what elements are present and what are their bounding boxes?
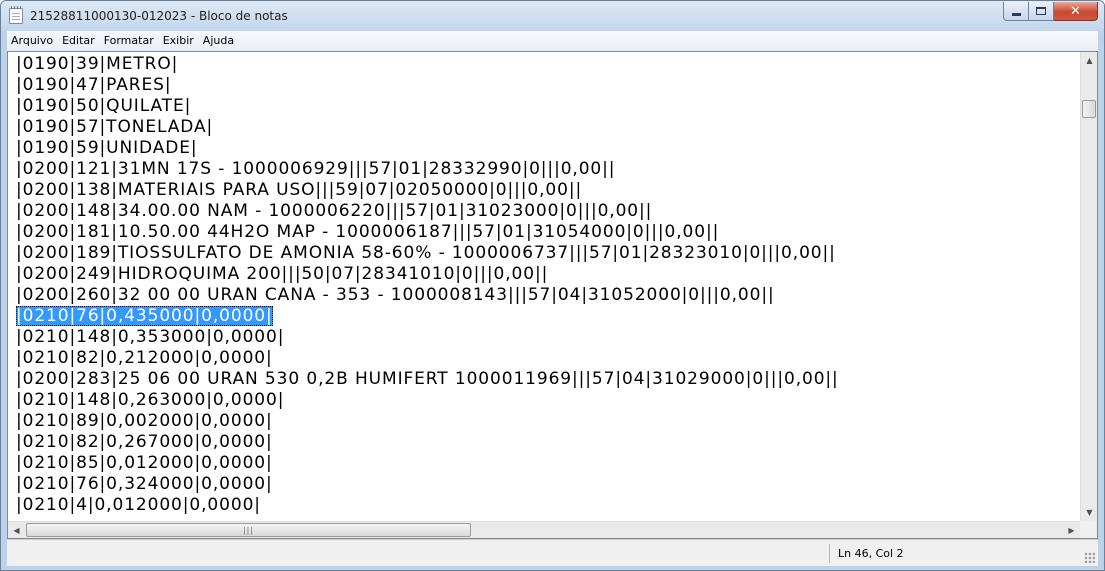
text-line[interactable]: |0210|85|0,012000|0,0000| [16,453,1080,474]
scrollbar-corner [1080,521,1097,538]
notepad-icon[interactable] [9,6,23,24]
arrow-right-icon: ▶ [1068,526,1075,535]
line-text: |0200|138|MATERIAIS PARA USO|||59|07|020… [16,180,583,200]
arrow-down-icon: ▼ [1086,508,1093,517]
line-text: |0190|47|PARES| [16,75,172,95]
text-line[interactable]: |0200|260|32 00 00 URAN CANA - 353 - 100… [16,285,1080,306]
line-text: |0190|59|UNIDADE| [16,138,198,158]
line-text: |0190|57|TONELADA| [16,117,214,137]
text-area[interactable]: |0190|39|METRO| |0190|47|PARES| |0190|50|Q… [8,52,1080,521]
grip-icon: ||| [242,525,255,535]
vertical-scroll-thumb[interactable] [1082,100,1096,118]
text-line[interactable]: |0190|57|TONELADA| [16,117,1080,138]
caption-buttons: ✕ [1003,2,1098,21]
text-line[interactable]: |0210|148|0,263000|0,0000| [16,390,1080,411]
maximize-button[interactable] [1029,2,1054,21]
line-text: |0190|50|QUILATE| [16,96,192,116]
line-text: |0210|4|0,012000|0,0000| [16,495,261,515]
menu-formatar[interactable]: Formatar [100,31,159,51]
line-text: |0200|189|TIOSSULFATO DE AMONIA 58-60% -… [16,243,836,263]
text-line[interactable]: |0200|283|25 06 00 URAN 530 0,2B HUMIFER… [16,369,1080,390]
line-text: |0210|89|0,002000|0,0000| [16,411,273,431]
line-text: |0210|82|0,212000|0,0000| [16,348,273,368]
text-line[interactable]: |0200|121|31MN 17S - 1000006929|||57|01|… [16,159,1080,180]
line-text: |0190|39|METRO| [16,54,179,74]
text-line[interactable]: |0210|148|0,353000|0,0000| [16,327,1080,348]
line-text: |0210|82|0,267000|0,0000| [16,432,273,452]
text-line[interactable]: |0210|76|0,435000|0,0000| [16,306,1080,327]
vertical-scrollbar[interactable]: ▲ ▼ [1080,52,1097,521]
text-line[interactable]: |0190|50|QUILATE| [16,96,1080,117]
text-line[interactable]: |0210|89|0,002000|0,0000| [16,411,1080,432]
line-text: |0200|121|31MN 17S - 1000006929|||57|01|… [16,159,616,179]
line-text: |0200|249|HIDROQUIMA 200|||50|07|2834101… [16,264,549,284]
menu-arquivo[interactable]: Arquivo [7,31,58,51]
line-text: |0200|260|32 00 00 URAN CANA - 353 - 100… [16,285,775,305]
status-divider [829,544,830,563]
horizontal-scroll-thumb[interactable]: ||| [26,523,471,537]
line-text: |0210|85|0,012000|0,0000| [16,453,273,473]
text-line[interactable]: |0200|148|34.00.00 NAM - 1000006220|||57… [16,201,1080,222]
text-line[interactable]: |0200|181|10.50.00 44H2O MAP - 100000618… [16,222,1080,243]
menu-bar: Arquivo Editar Formatar Exibir Ajuda [7,31,1098,51]
text-line[interactable]: |0210|82|0,267000|0,0000| [16,432,1080,453]
notepad-window: 21528811000130-012023 - Bloco de notas ✕… [0,0,1105,571]
scroll-up-button[interactable]: ▲ [1081,52,1097,69]
maximize-icon [1036,7,1046,15]
arrow-up-icon: ▲ [1086,56,1093,65]
title-bar[interactable]: 21528811000130-012023 - Bloco de notas ✕ [1,1,1104,31]
scroll-down-button[interactable]: ▼ [1081,504,1097,521]
arrow-left-icon: ◀ [13,526,20,535]
line-text: |0200|181|10.50.00 44H2O MAP - 100000618… [16,222,720,242]
close-icon: ✕ [1070,3,1081,19]
text-line[interactable]: |0210|4|0,012000|0,0000| [16,495,1080,516]
text-line[interactable]: |0190|59|UNIDADE| [16,138,1080,159]
text-line[interactable]: |0200|189|TIOSSULFATO DE AMONIA 58-60% -… [16,243,1080,264]
line-text: |0210|148|0,263000|0,0000| [16,390,285,410]
line-text: |0200|283|25 06 00 URAN 530 0,2B HUMIFER… [16,369,839,389]
text-line[interactable]: |0200|138|MATERIAIS PARA USO|||59|07|020… [16,180,1080,201]
minimize-icon [1011,13,1021,16]
scroll-right-button[interactable]: ▶ [1063,522,1080,538]
scroll-left-button[interactable]: ◀ [8,522,25,538]
line-text: |0210|148|0,353000|0,0000| [16,327,285,347]
window-title: 21528811000130-012023 - Bloco de notas [30,9,288,23]
line-text: |0200|148|34.00.00 NAM - 1000006220|||57… [16,201,653,221]
line-text: |0210|76|0,324000|0,0000| [16,474,273,494]
editor: |0190|39|METRO| |0190|47|PARES| |0190|50|Q… [7,51,1098,539]
status-bar: Ln 46, Col 2 [7,539,1098,566]
minimize-button[interactable] [1003,2,1029,21]
text-line[interactable]: |0190|47|PARES| [16,75,1080,96]
selected-text: |0210|76|0,435000|0,0000| [16,306,273,326]
text-line[interactable]: |0200|249|HIDROQUIMA 200|||50|07|2834101… [16,264,1080,285]
menu-ajuda[interactable]: Ajuda [199,31,239,51]
text-line[interactable]: |0210|82|0,212000|0,0000| [16,348,1080,369]
close-button[interactable]: ✕ [1054,2,1098,21]
menu-exibir[interactable]: Exibir [159,31,199,51]
resize-grip-icon[interactable] [1084,552,1095,563]
cursor-position: Ln 46, Col 2 [838,547,904,560]
menu-editar[interactable]: Editar [58,31,100,51]
horizontal-scrollbar[interactable]: ◀ ||| ▶ [8,521,1080,538]
text-line[interactable]: |0190|39|METRO| [16,54,1080,75]
text-line[interactable]: |0210|76|0,324000|0,0000| [16,474,1080,495]
